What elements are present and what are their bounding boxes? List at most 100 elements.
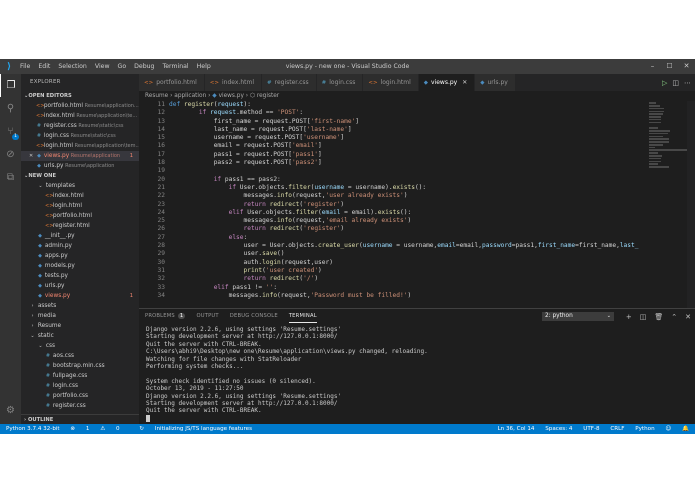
code-line[interactable]: def register(request): <box>169 101 639 109</box>
explorer-icon[interactable]: ❐ <box>0 74 21 97</box>
file-item[interactable]: ◆ __init__.py <box>21 231 139 241</box>
file-item[interactable]: ◆ models.py <box>21 261 139 271</box>
breadcrumb-item[interactable]: views.py <box>219 93 244 99</box>
terminal-output[interactable]: Django version 2.2.6, using settings 'Re… <box>146 326 686 422</box>
tab-login-html[interactable]: <> login.html <box>363 74 419 91</box>
code-line[interactable]: if request.method == 'POST': <box>169 109 639 117</box>
open-editor-item[interactable]: # login.css Resume\static\css <box>21 131 139 141</box>
menu-help[interactable]: Help <box>193 59 215 74</box>
code-line[interactable] <box>169 167 639 175</box>
code-line[interactable]: print('user created') <box>169 267 639 275</box>
extensions-icon[interactable]: ⧉ <box>0 166 21 189</box>
code-line[interactable]: elif User.objects.filter(email = email).… <box>169 209 639 217</box>
open-editor-item[interactable]: <> login.html Resume\application\tem... <box>21 141 139 151</box>
bell-icon[interactable]: 🔔 <box>682 426 689 432</box>
tab-urls-py[interactable]: ◆ urls.py <box>475 74 516 91</box>
file-item[interactable]: ◆ views.py 1 <box>21 291 139 301</box>
open-editors-header[interactable]: ⌄OPEN EDITORS <box>21 91 139 101</box>
file-item[interactable]: <> index.html <box>21 191 139 201</box>
open-editor-item[interactable]: <> index.html Resume\application\te... <box>21 111 139 121</box>
tab-register-css[interactable]: # register.css <box>262 74 317 91</box>
file-item[interactable]: <> login.html <box>21 201 139 211</box>
panel-tab-debug-console[interactable]: DEBUG CONSOLE <box>230 309 278 324</box>
indentation[interactable]: Spaces: 4 <box>545 426 572 432</box>
code-line[interactable]: messages.info(request,'Password must be … <box>169 292 639 300</box>
split-editor-icon[interactable]: ◫ <box>672 79 679 87</box>
file-item[interactable]: ◆ tests.py <box>21 271 139 281</box>
search-icon[interactable]: ⚲ <box>0 97 21 120</box>
file-item[interactable]: # aos.css <box>21 351 139 361</box>
breadcrumb-item[interactable]: Resume <box>145 93 168 99</box>
close-icon[interactable]: ✕ <box>678 59 695 74</box>
folder-item[interactable]: ⌄ static <box>21 331 139 341</box>
file-item[interactable]: # login.css <box>21 381 139 391</box>
file-item[interactable]: ◆ admin.py <box>21 241 139 251</box>
code-line[interactable]: return redirect('register') <box>169 225 639 233</box>
code-line[interactable]: first_name = request.POST['first-name'] <box>169 118 639 126</box>
terminal-select[interactable]: 2: python ⌄ <box>542 312 614 321</box>
menu-view[interactable]: View <box>91 59 114 74</box>
folder-item[interactable]: ⌄ css <box>21 341 139 351</box>
open-editor-item[interactable]: ◆ urls.py Resume\application <box>21 161 139 171</box>
maximize-icon[interactable]: ☐ <box>661 59 678 74</box>
more-icon[interactable]: ⋯ <box>684 79 691 87</box>
file-item[interactable]: ◆ apps.py <box>21 251 139 261</box>
menu-debug[interactable]: Debug <box>130 59 158 74</box>
tab-portfolio-html[interactable]: <> portfolio.html <box>139 74 205 91</box>
panel-tab-output[interactable]: OUTPUT <box>196 309 218 324</box>
file-item[interactable]: ◆ urls.py <box>21 281 139 291</box>
code-lines[interactable]: def register(request): if request.method… <box>169 101 639 300</box>
file-item[interactable]: # bootstrap.min.css <box>21 361 139 371</box>
code-line[interactable]: user = User.objects.create_user(username… <box>169 242 640 250</box>
code-line[interactable]: pass1 = request.POST['pass1'] <box>169 151 639 159</box>
minimap[interactable] <box>649 101 687 191</box>
folder-item[interactable]: › Resume <box>21 321 139 331</box>
file-item[interactable]: <> register.html <box>21 221 139 231</box>
menu-file[interactable]: File <box>16 59 34 74</box>
folder-item[interactable]: › assets <box>21 301 139 311</box>
panel-tab-problems[interactable]: PROBLEMS 1 <box>145 309 186 324</box>
line-ending[interactable]: CRLF <box>610 426 624 432</box>
code-line[interactable]: last_name = request.POST['last-name'] <box>169 126 639 134</box>
breadcrumb-item[interactable]: register <box>257 93 279 99</box>
file-item[interactable]: # fullpage.css <box>21 371 139 381</box>
menu-edit[interactable]: Edit <box>34 59 54 74</box>
minimize-icon[interactable]: – <box>644 59 661 74</box>
code-line[interactable]: messages.info(request,'user already exis… <box>169 192 639 200</box>
file-item[interactable]: <> portfolio.html <box>21 211 139 221</box>
outline-header[interactable]: › OUTLINE <box>21 414 139 424</box>
tab-login-css[interactable]: # login.css <box>316 74 364 91</box>
code-line[interactable]: messages.info(request,'email already exi… <box>169 217 639 225</box>
file-item[interactable]: # register.css <box>21 401 139 411</box>
code-line[interactable]: auth.login(request,user) <box>169 259 639 267</box>
problems-indicator[interactable]: ⊗ 1 ⚠ 0 <box>70 426 128 432</box>
code-line[interactable]: user.save() <box>169 250 639 258</box>
terminal-prompt[interactable] <box>146 414 686 422</box>
cursor-position[interactable]: Ln 36, Col 14 <box>498 426 535 432</box>
gear-icon[interactable]: ⚙ <box>0 399 21 422</box>
code-line[interactable]: pass2 = request.POST['pass2'] <box>169 159 639 167</box>
project-header[interactable]: ⌄NEW ONE <box>21 171 139 181</box>
panel-tab-terminal[interactable]: TERMINAL <box>288 310 317 323</box>
menu-selection[interactable]: Selection <box>54 59 91 74</box>
open-editor-item[interactable]: # register.css Resume\static\css <box>21 121 139 131</box>
close-icon[interactable]: ✕ <box>29 151 36 161</box>
close-icon[interactable]: ✕ <box>462 79 467 86</box>
new-terminal-icon[interactable]: + <box>626 313 632 321</box>
source-control-icon[interactable]: ⑂ 1 <box>0 120 21 143</box>
language-mode[interactable]: Python <box>635 426 654 432</box>
code-line[interactable]: else: <box>169 234 639 242</box>
code-line[interactable]: if pass1 == pass2: <box>169 176 639 184</box>
encoding[interactable]: UTF-8 <box>583 426 599 432</box>
tab-index-html[interactable]: <> index.html <box>204 74 262 91</box>
folder-item[interactable]: ⌄ templates <box>21 181 139 191</box>
code-line[interactable]: return redirect('/') <box>169 275 639 283</box>
trash-icon[interactable]: 🗑 <box>654 313 663 321</box>
python-interpreter[interactable]: Python 3.7.4 32-bit <box>6 426 60 432</box>
close-panel-icon[interactable]: ✕ <box>685 313 691 321</box>
open-editor-item[interactable]: ✕ ◆ views.py Resume\application 1 <box>21 151 139 161</box>
code-line[interactable]: username = request.POST['username'] <box>169 134 639 142</box>
split-terminal-icon[interactable]: ◫ <box>640 313 647 321</box>
maximize-panel-icon[interactable]: ⌃ <box>671 313 677 321</box>
code-line[interactable]: email = request.POST['email'] <box>169 142 639 150</box>
